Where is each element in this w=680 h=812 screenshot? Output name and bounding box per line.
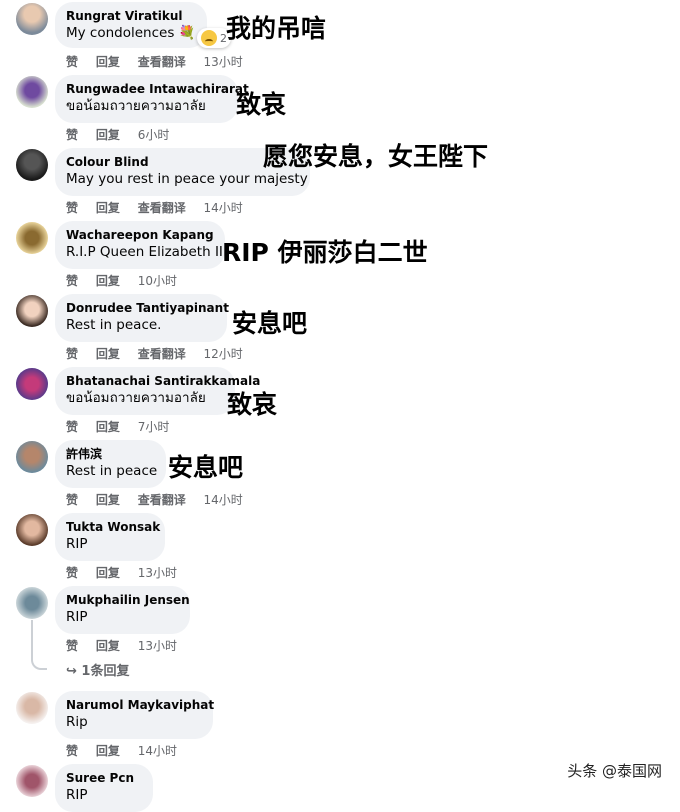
avatar[interactable] [16, 692, 48, 724]
comment-bubble: Rungwadee Intawachirarat ขอน้อมถวายความอ… [55, 75, 249, 123]
like-button[interactable]: 赞 [66, 201, 78, 215]
comment-text: ขอน้อมถวายความอาลัย [66, 98, 206, 114]
comment-actions: 赞 回复 查看翻译 14小时 [66, 199, 257, 216]
like-button[interactable]: 赞 [66, 420, 78, 434]
see-translation-button[interactable]: 查看翻译 [138, 201, 186, 215]
comment-bubble: Mukphailin Jensen RIP [55, 586, 190, 634]
comment-bubble: Tukta Wonsak RIP [55, 513, 165, 561]
translation-annotation: RIP 伊丽莎白二世 [222, 238, 428, 267]
comment-text: RIP [66, 536, 88, 552]
comment-text: RIP [66, 787, 88, 803]
avatar[interactable] [16, 441, 48, 473]
translation-annotation: 我的吊唁 [226, 14, 327, 43]
like-button[interactable]: 赞 [66, 274, 78, 288]
commenter-name[interactable]: Rungwadee Intawachirarat [66, 81, 249, 97]
comment-actions: 赞 回复 查看翻译 13小时 [66, 53, 257, 70]
comment-bubble: Wachareepon Kapang R.I.P Queen Elizabeth… [55, 221, 225, 269]
avatar[interactable] [16, 222, 48, 254]
see-translation-button[interactable]: 查看翻译 [138, 55, 186, 69]
comment-time[interactable]: 14小时 [138, 744, 177, 758]
watermark: 头条 @泰国网 [567, 762, 662, 780]
comment-bubble: Narumol Maykaviphat Rip [55, 691, 214, 739]
commenter-name[interactable]: Rungrat Viratikul [66, 8, 196, 24]
translation-annotation: 致哀 [227, 390, 278, 419]
comment-actions: 赞 回复 13小时 [66, 564, 191, 581]
comment-time[interactable]: 14小时 [204, 201, 243, 215]
comment-bubble: Bhatanachai Santirakkamala ขอน้อมถวายควา… [55, 367, 260, 415]
commenter-name[interactable]: Suree Pcn [66, 770, 142, 786]
reply-button[interactable]: 回复 [96, 55, 120, 69]
comment-bubble: Rungrat Viratikul My condolences 💐 [55, 2, 207, 48]
like-button[interactable]: 赞 [66, 493, 78, 507]
commenter-name[interactable]: Tukta Wonsak [66, 519, 160, 535]
comment-bubble: 許伟滨 Rest in peace [55, 440, 166, 488]
comment-time[interactable]: 7小时 [138, 420, 170, 434]
sad-reaction-icon [201, 30, 217, 46]
avatar[interactable] [16, 765, 48, 797]
reply-button[interactable]: 回复 [96, 347, 120, 361]
translation-annotation: 安息吧 [232, 309, 308, 338]
reply-button[interactable]: 回复 [96, 420, 120, 434]
comment-actions: 赞 回复 查看翻译 12小时 [66, 345, 257, 362]
comment-bubble: Donrudee Tantiyapinant Rest in peace. [55, 294, 229, 342]
comment-time[interactable]: 13小时 [138, 566, 177, 580]
comment-text: RIP [66, 609, 88, 625]
comment-time[interactable]: 6小时 [138, 128, 170, 142]
comment-actions: 赞 回复 13小时 [66, 637, 191, 654]
reply-button[interactable]: 回复 [96, 566, 120, 580]
like-button[interactable]: 赞 [66, 55, 78, 69]
commenter-name[interactable]: Narumol Maykaviphat [66, 697, 214, 713]
comment-actions: 赞 回复 7小时 [66, 418, 183, 435]
translation-annotation: 愿您安息，女王陛下 [263, 142, 489, 171]
avatar[interactable] [16, 587, 48, 619]
view-replies-link[interactable]: ↪ 1条回复 [66, 660, 129, 679]
comment-time[interactable]: 13小时 [138, 639, 177, 653]
reply-button[interactable]: 回复 [96, 201, 120, 215]
comment-time[interactable]: 14小时 [204, 493, 243, 507]
comment-actions: 赞 回复 查看翻译 14小时 [66, 491, 257, 508]
avatar[interactable] [16, 514, 48, 546]
avatar[interactable] [16, 149, 48, 181]
comment-time[interactable]: 10小时 [138, 274, 177, 288]
comment-actions: 赞 回复 10小时 [66, 272, 191, 289]
commenter-name[interactable]: 許伟滨 [66, 446, 155, 462]
see-translation-button[interactable]: 查看翻译 [138, 347, 186, 361]
reply-button[interactable]: 回复 [96, 274, 120, 288]
comment-text: My condolences 💐 [66, 25, 196, 41]
reply-button[interactable]: 回复 [96, 744, 120, 758]
like-button[interactable]: 赞 [66, 744, 78, 758]
reply-button[interactable]: 回复 [96, 128, 120, 142]
comment-text: Rip [66, 714, 88, 730]
comment-time[interactable]: 12小时 [204, 347, 243, 361]
translation-annotation: 安息吧 [168, 453, 244, 482]
like-button[interactable]: 赞 [66, 566, 78, 580]
translation-annotation: 致哀 [236, 90, 287, 119]
comment-bubble: Suree Pcn RIP [55, 764, 153, 812]
avatar[interactable] [16, 76, 48, 108]
commenter-name[interactable]: Mukphailin Jensen [66, 592, 190, 608]
thread-line [31, 620, 47, 670]
reply-button[interactable]: 回复 [96, 639, 120, 653]
like-button[interactable]: 赞 [66, 639, 78, 653]
reply-button[interactable]: 回复 [96, 493, 120, 507]
comment-actions: 赞 回复 6小时 [66, 126, 183, 143]
comment-text: Rest in peace. [66, 317, 162, 333]
commenter-name[interactable]: Wachareepon Kapang [66, 227, 214, 243]
avatar[interactable] [16, 295, 48, 327]
comment-text: Rest in peace [66, 463, 158, 479]
comment-actions: 赞 回复 14小时 [66, 742, 191, 759]
comment-time[interactable]: 13小时 [204, 55, 243, 69]
comment-text: R.I.P Queen Elizabeth II [66, 244, 223, 260]
like-button[interactable]: 赞 [66, 347, 78, 361]
comment-text: ขอน้อมถวายความอาลัย [66, 390, 206, 406]
commenter-name[interactable]: Donrudee Tantiyapinant [66, 300, 229, 316]
commenter-name[interactable]: Bhatanachai Santirakkamala [66, 373, 260, 389]
see-translation-button[interactable]: 查看翻译 [138, 493, 186, 507]
avatar[interactable] [16, 3, 48, 35]
avatar[interactable] [16, 368, 48, 400]
like-button[interactable]: 赞 [66, 128, 78, 142]
